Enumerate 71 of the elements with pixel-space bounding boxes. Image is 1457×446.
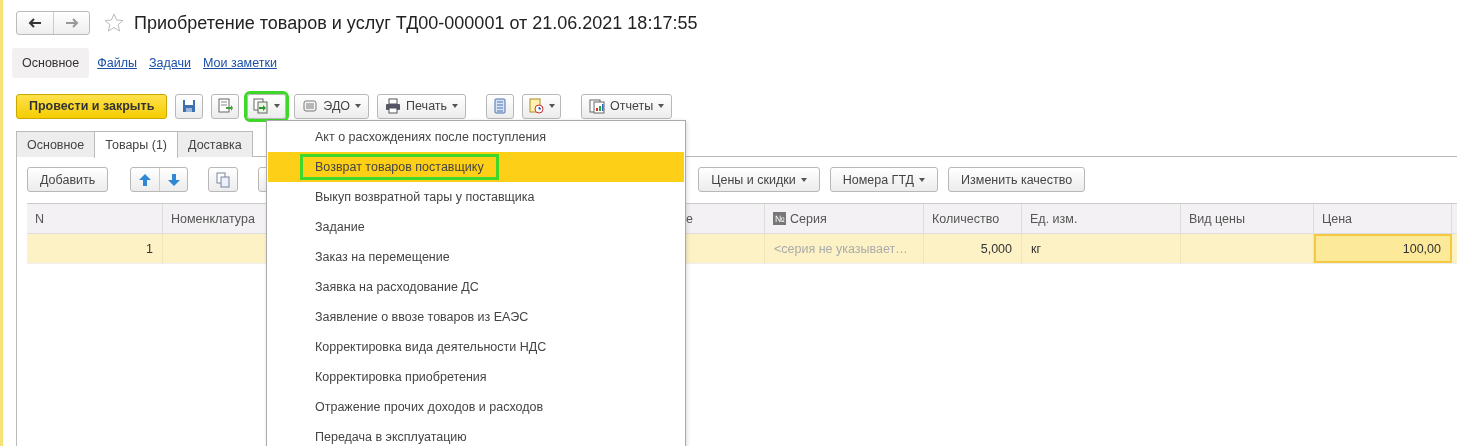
dropdown-button[interactable]: Номера ГТД	[829, 167, 939, 192]
column-header[interactable]: Количество	[924, 204, 1022, 233]
list-icon	[492, 98, 509, 114]
toolbar-button[interactable]	[211, 93, 240, 119]
menu-item[interactable]: Заявление о ввозе товаров из ЕАЭС	[268, 302, 684, 332]
tab[interactable]: Товары (1)	[94, 131, 179, 158]
tab[interactable]: Основное	[16, 131, 96, 157]
menu-item[interactable]: Корректировка приобретения	[268, 362, 684, 392]
caret-icon	[549, 104, 556, 108]
column-header[interactable]: Цена	[1314, 204, 1452, 233]
caret-icon	[274, 104, 281, 108]
caret-icon	[919, 177, 926, 182]
star-icon[interactable]	[104, 13, 124, 33]
dropdown-button[interactable]	[247, 93, 287, 119]
table-cell: 5,000	[924, 234, 1022, 263]
menu-item[interactable]: Выкуп возвратной тары у поставщика	[268, 182, 684, 212]
documents-arrow-icon	[253, 98, 270, 114]
section-link[interactable]: Файлы	[93, 48, 141, 78]
section-link[interactable]: Задачи	[145, 48, 195, 78]
column-header[interactable]: Вид цены	[1181, 204, 1314, 233]
section-link[interactable]: Мои заметки	[198, 48, 281, 78]
dropdown-button[interactable]	[522, 93, 562, 119]
copy-icon	[215, 171, 232, 188]
menu-item-label: Передача в эксплуатацию	[314, 429, 468, 446]
dropdown-button[interactable]: Отчеты	[581, 93, 673, 119]
menu-item-label: Заказ на перемещение	[314, 249, 451, 266]
caret-icon	[452, 104, 459, 108]
up-arrow-icon	[137, 171, 154, 188]
menu-item[interactable]: Акт о расхождениях после поступления	[268, 122, 684, 152]
menu-item-label: Корректировка приобретения	[314, 369, 488, 386]
section-link[interactable]: Основное	[12, 48, 90, 78]
document-title: Приобретение товаров и услуг ТД00-000001 от 21.06.2021 18:17:55	[134, 12, 698, 34]
menu-item-label: Заявление о ввозе товаров из ЕАЭС	[314, 309, 530, 326]
save-icon	[181, 98, 198, 114]
column-header[interactable]: N	[27, 204, 163, 233]
menu-item-label: Выкуп возвратной тары у поставщика	[314, 189, 536, 206]
toolbar-button[interactable]	[175, 93, 204, 119]
dropdown-button[interactable]: Цены и скидки	[698, 167, 820, 192]
menu-item[interactable]: Заявка на расходование ДС	[268, 272, 684, 302]
menu-item-label: Заявка на расходование ДС	[314, 279, 480, 296]
menu-item-label: Задание	[314, 219, 366, 236]
menu-item-label: Акт о расхождениях после поступления	[314, 129, 548, 146]
menu-item[interactable]: Передача в эксплуатацию	[268, 422, 684, 446]
menu-item[interactable]: Возврат товаров поставщику	[268, 152, 684, 182]
column-header[interactable]: № Серия	[765, 204, 924, 233]
dropdown-button[interactable]: Печать	[377, 93, 467, 119]
table-cell: <серия не указывает…	[765, 234, 924, 263]
document-clock-icon	[528, 98, 545, 114]
dropdown-button[interactable]: ЭДО	[294, 93, 370, 119]
column-header[interactable]: Ед. изм.	[1022, 204, 1181, 233]
menu-item[interactable]: Корректировка вида деятельности НДС	[268, 332, 684, 362]
toolbar-button[interactable]: Изменить качество	[948, 167, 1086, 192]
toolbar-button[interactable]	[486, 93, 515, 119]
tab[interactable]: Доставка	[177, 131, 253, 157]
document-arrow-icon	[217, 98, 234, 114]
table-cell: 100,00	[1314, 234, 1452, 263]
menu-item-label: Корректировка вида деятельности НДС	[314, 339, 548, 356]
menu-item-label: Отражение прочих доходов и расходов	[314, 399, 545, 416]
report-chart-icon	[589, 98, 606, 114]
post-and-close-button[interactable]: Провести и закрыть	[16, 93, 168, 119]
caret-icon	[800, 177, 807, 182]
printer-icon	[385, 98, 402, 114]
lines-icon	[302, 98, 319, 114]
menu-item[interactable]: Отражение прочих доходов и расходов	[268, 392, 684, 422]
add-button[interactable]: Добавить	[27, 167, 109, 192]
number-badge: №	[773, 212, 786, 225]
menu-item-label: Возврат товаров поставщику	[300, 154, 499, 180]
caret-icon	[658, 104, 665, 108]
table-cell: кг	[1022, 234, 1181, 263]
table-cell: 1	[27, 234, 163, 263]
caret-icon	[355, 104, 362, 108]
